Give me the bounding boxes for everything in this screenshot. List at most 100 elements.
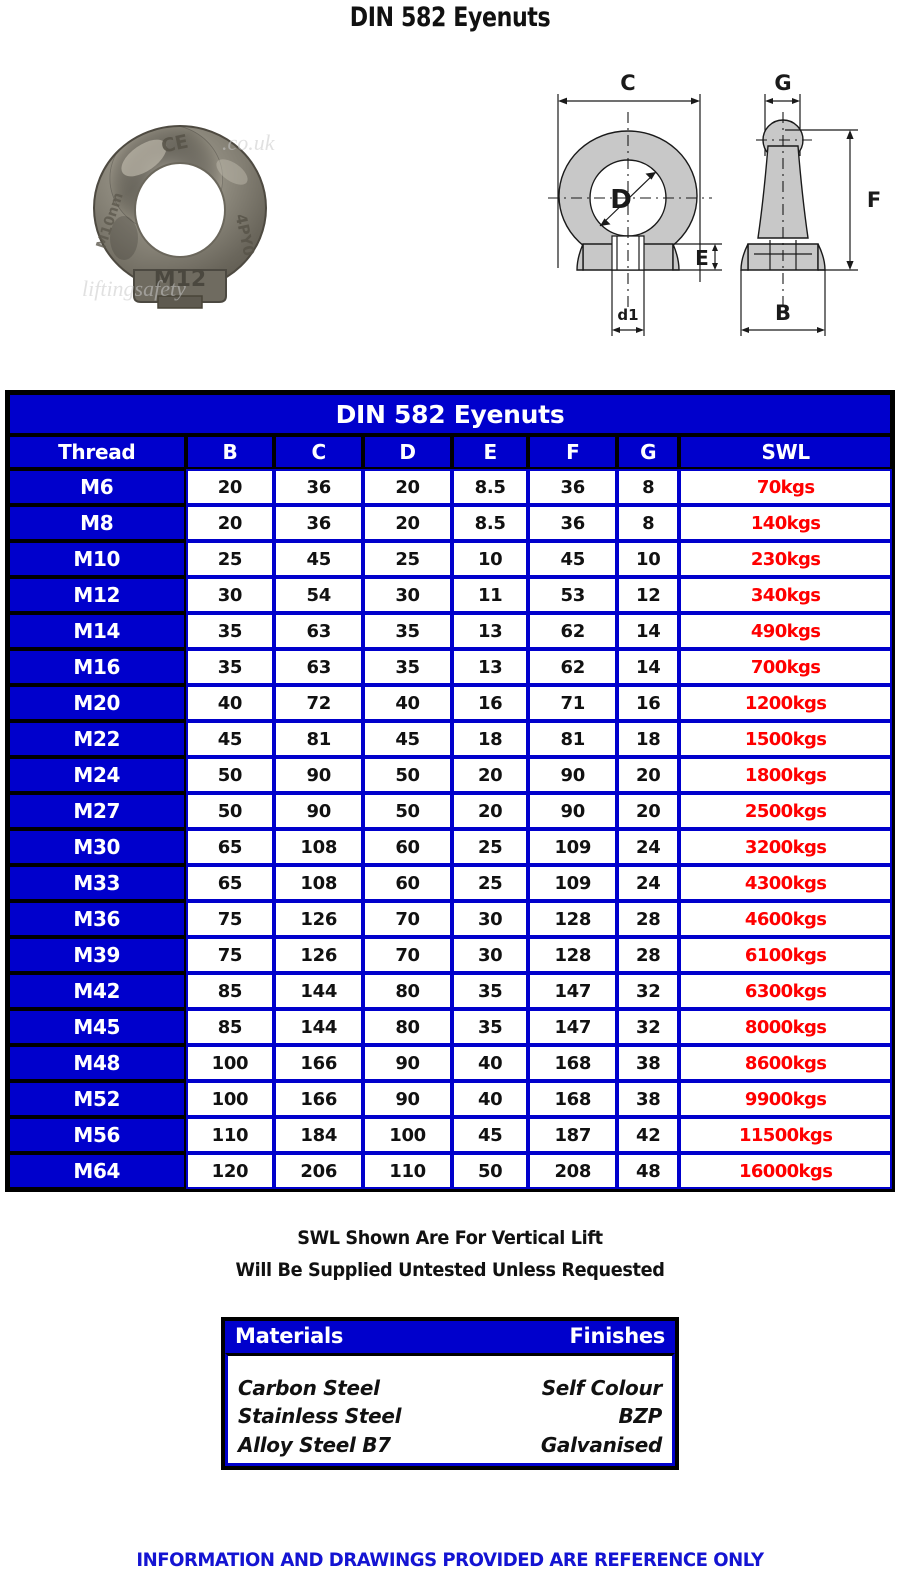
cell-c: 54 bbox=[274, 577, 364, 613]
cell-swl: 6100kgs bbox=[679, 937, 892, 973]
cell-d: 70 bbox=[363, 901, 452, 937]
cell-swl: 340kgs bbox=[679, 577, 892, 613]
dim-label-d: D bbox=[610, 185, 632, 215]
product-photo: M12 CE 4PY0 M10nm liftingsafety .co.uk bbox=[72, 110, 288, 310]
cell-e: 13 bbox=[451, 649, 529, 685]
table-row: M36 75 126 70 30 128 28 4600kgs bbox=[8, 901, 892, 937]
table-row: M24 50 90 50 20 90 20 1800kgs bbox=[8, 757, 892, 793]
notes-block: SWL Shown Are For Vertical Lift Will Be … bbox=[0, 1222, 900, 1287]
cell-e: 16 bbox=[451, 685, 529, 721]
cell-f: 168 bbox=[528, 1081, 618, 1117]
cell-thread: M30 bbox=[8, 829, 186, 865]
cell-thread: M14 bbox=[8, 613, 186, 649]
cell-e: 30 bbox=[451, 937, 529, 973]
cell-f: 90 bbox=[528, 757, 618, 793]
cell-b: 50 bbox=[185, 757, 275, 793]
cell-b: 50 bbox=[185, 793, 275, 829]
cell-b: 20 bbox=[185, 469, 275, 505]
cell-c: 126 bbox=[274, 937, 364, 973]
cell-swl: 70kgs bbox=[679, 469, 892, 505]
cell-swl: 8000kgs bbox=[679, 1009, 892, 1045]
table-caption-row: DIN 582 Eyenuts bbox=[8, 393, 892, 435]
table-row: M27 50 90 50 20 90 20 2500kgs bbox=[8, 793, 892, 829]
cell-b: 35 bbox=[185, 649, 275, 685]
cell-c: 72 bbox=[274, 685, 364, 721]
cell-e: 50 bbox=[451, 1153, 529, 1189]
cell-f: 168 bbox=[528, 1045, 618, 1081]
cell-f: 62 bbox=[528, 613, 618, 649]
cell-f: 109 bbox=[528, 829, 618, 865]
column-header-swl: SWL bbox=[679, 435, 892, 469]
table-row: M56 110 184 100 45 187 42 11500kgs bbox=[8, 1117, 892, 1153]
cell-f: 147 bbox=[528, 973, 618, 1009]
cell-c: 166 bbox=[274, 1045, 364, 1081]
table-header-row: Thread B C D E F G SWL bbox=[8, 435, 892, 469]
finish-name: Galvanised bbox=[540, 1432, 662, 1457]
cell-f: 62 bbox=[528, 649, 618, 685]
eyenut-photo-graphic: M12 CE 4PY0 M10nm liftingsafety .co.uk bbox=[82, 125, 276, 309]
cell-f: 81 bbox=[528, 721, 618, 757]
dim-label-f: F bbox=[867, 188, 881, 212]
cell-b: 65 bbox=[185, 865, 275, 901]
cell-e: 25 bbox=[451, 829, 529, 865]
cell-g: 24 bbox=[617, 829, 680, 865]
cell-thread: M36 bbox=[8, 901, 186, 937]
cell-g: 24 bbox=[617, 865, 680, 901]
dim-label-b: B bbox=[775, 301, 791, 325]
cell-c: 90 bbox=[274, 757, 364, 793]
cell-e: 11 bbox=[451, 577, 529, 613]
cell-b: 75 bbox=[185, 937, 275, 973]
cell-f: 90 bbox=[528, 793, 618, 829]
finish-name: Self Colour bbox=[541, 1376, 663, 1400]
cell-thread: M48 bbox=[8, 1045, 186, 1081]
cell-swl: 490kgs bbox=[679, 613, 892, 649]
cell-f: 36 bbox=[528, 505, 618, 541]
cell-g: 48 bbox=[617, 1153, 680, 1189]
note-line-1: SWL Shown Are For Vertical Lift bbox=[297, 1227, 603, 1249]
cell-d: 20 bbox=[363, 469, 452, 505]
cell-d: 40 bbox=[363, 685, 452, 721]
cell-g: 10 bbox=[617, 541, 680, 577]
table-row: M33 65 108 60 25 109 24 4300kgs bbox=[8, 865, 892, 901]
table-row: M16 35 63 35 13 62 14 700kgs bbox=[8, 649, 892, 685]
cell-thread: M8 bbox=[8, 505, 186, 541]
cell-thread: M45 bbox=[8, 1009, 186, 1045]
cell-b: 45 bbox=[185, 721, 275, 757]
cell-e: 20 bbox=[451, 757, 529, 793]
cell-e: 8.5 bbox=[451, 505, 529, 541]
table-row: M10 25 45 25 10 45 10 230kgs bbox=[8, 541, 892, 577]
cell-g: 8 bbox=[617, 505, 680, 541]
cell-e: 25 bbox=[451, 865, 529, 901]
cell-swl: 16000kgs bbox=[679, 1153, 892, 1189]
material-name: Stainless Steel bbox=[238, 1404, 402, 1429]
cell-b: 40 bbox=[185, 685, 275, 721]
materials-row: Stainless Steel BZP bbox=[238, 1402, 662, 1430]
cell-c: 108 bbox=[274, 865, 364, 901]
cell-c: 144 bbox=[274, 1009, 364, 1045]
dimension-diagram: C D E d1 G F B bbox=[548, 71, 881, 336]
cell-f: 53 bbox=[528, 577, 618, 613]
materials-finishes-body: Carbon Steel Self Colour Stainless Steel BZ… bbox=[225, 1353, 675, 1467]
cell-c: 81 bbox=[274, 721, 364, 757]
table-row: M52 100 166 90 40 168 38 9900kgs bbox=[8, 1081, 892, 1117]
cell-d: 60 bbox=[363, 865, 452, 901]
cell-c: 184 bbox=[274, 1117, 364, 1153]
cell-d: 20 bbox=[363, 505, 452, 541]
cell-c: 63 bbox=[274, 649, 364, 685]
cell-g: 16 bbox=[617, 685, 680, 721]
cell-b: 120 bbox=[185, 1153, 275, 1189]
cell-g: 20 bbox=[617, 757, 680, 793]
table-row: M6 20 36 20 8.5 36 8 70kgs bbox=[8, 469, 892, 505]
cell-thread: M20 bbox=[8, 685, 186, 721]
table-row: M20 40 72 40 16 71 16 1200kgs bbox=[8, 685, 892, 721]
cell-g: 18 bbox=[617, 721, 680, 757]
cell-g: 32 bbox=[617, 1009, 680, 1045]
cell-f: 71 bbox=[528, 685, 618, 721]
cell-swl: 1800kgs bbox=[679, 757, 892, 793]
column-header-d: D bbox=[363, 435, 452, 469]
dim-label-g: G bbox=[774, 71, 791, 95]
material-name: Carbon Steel bbox=[238, 1376, 380, 1400]
cell-swl: 11500kgs bbox=[679, 1117, 892, 1153]
cell-thread: M33 bbox=[8, 865, 186, 901]
cell-c: 36 bbox=[274, 469, 364, 505]
